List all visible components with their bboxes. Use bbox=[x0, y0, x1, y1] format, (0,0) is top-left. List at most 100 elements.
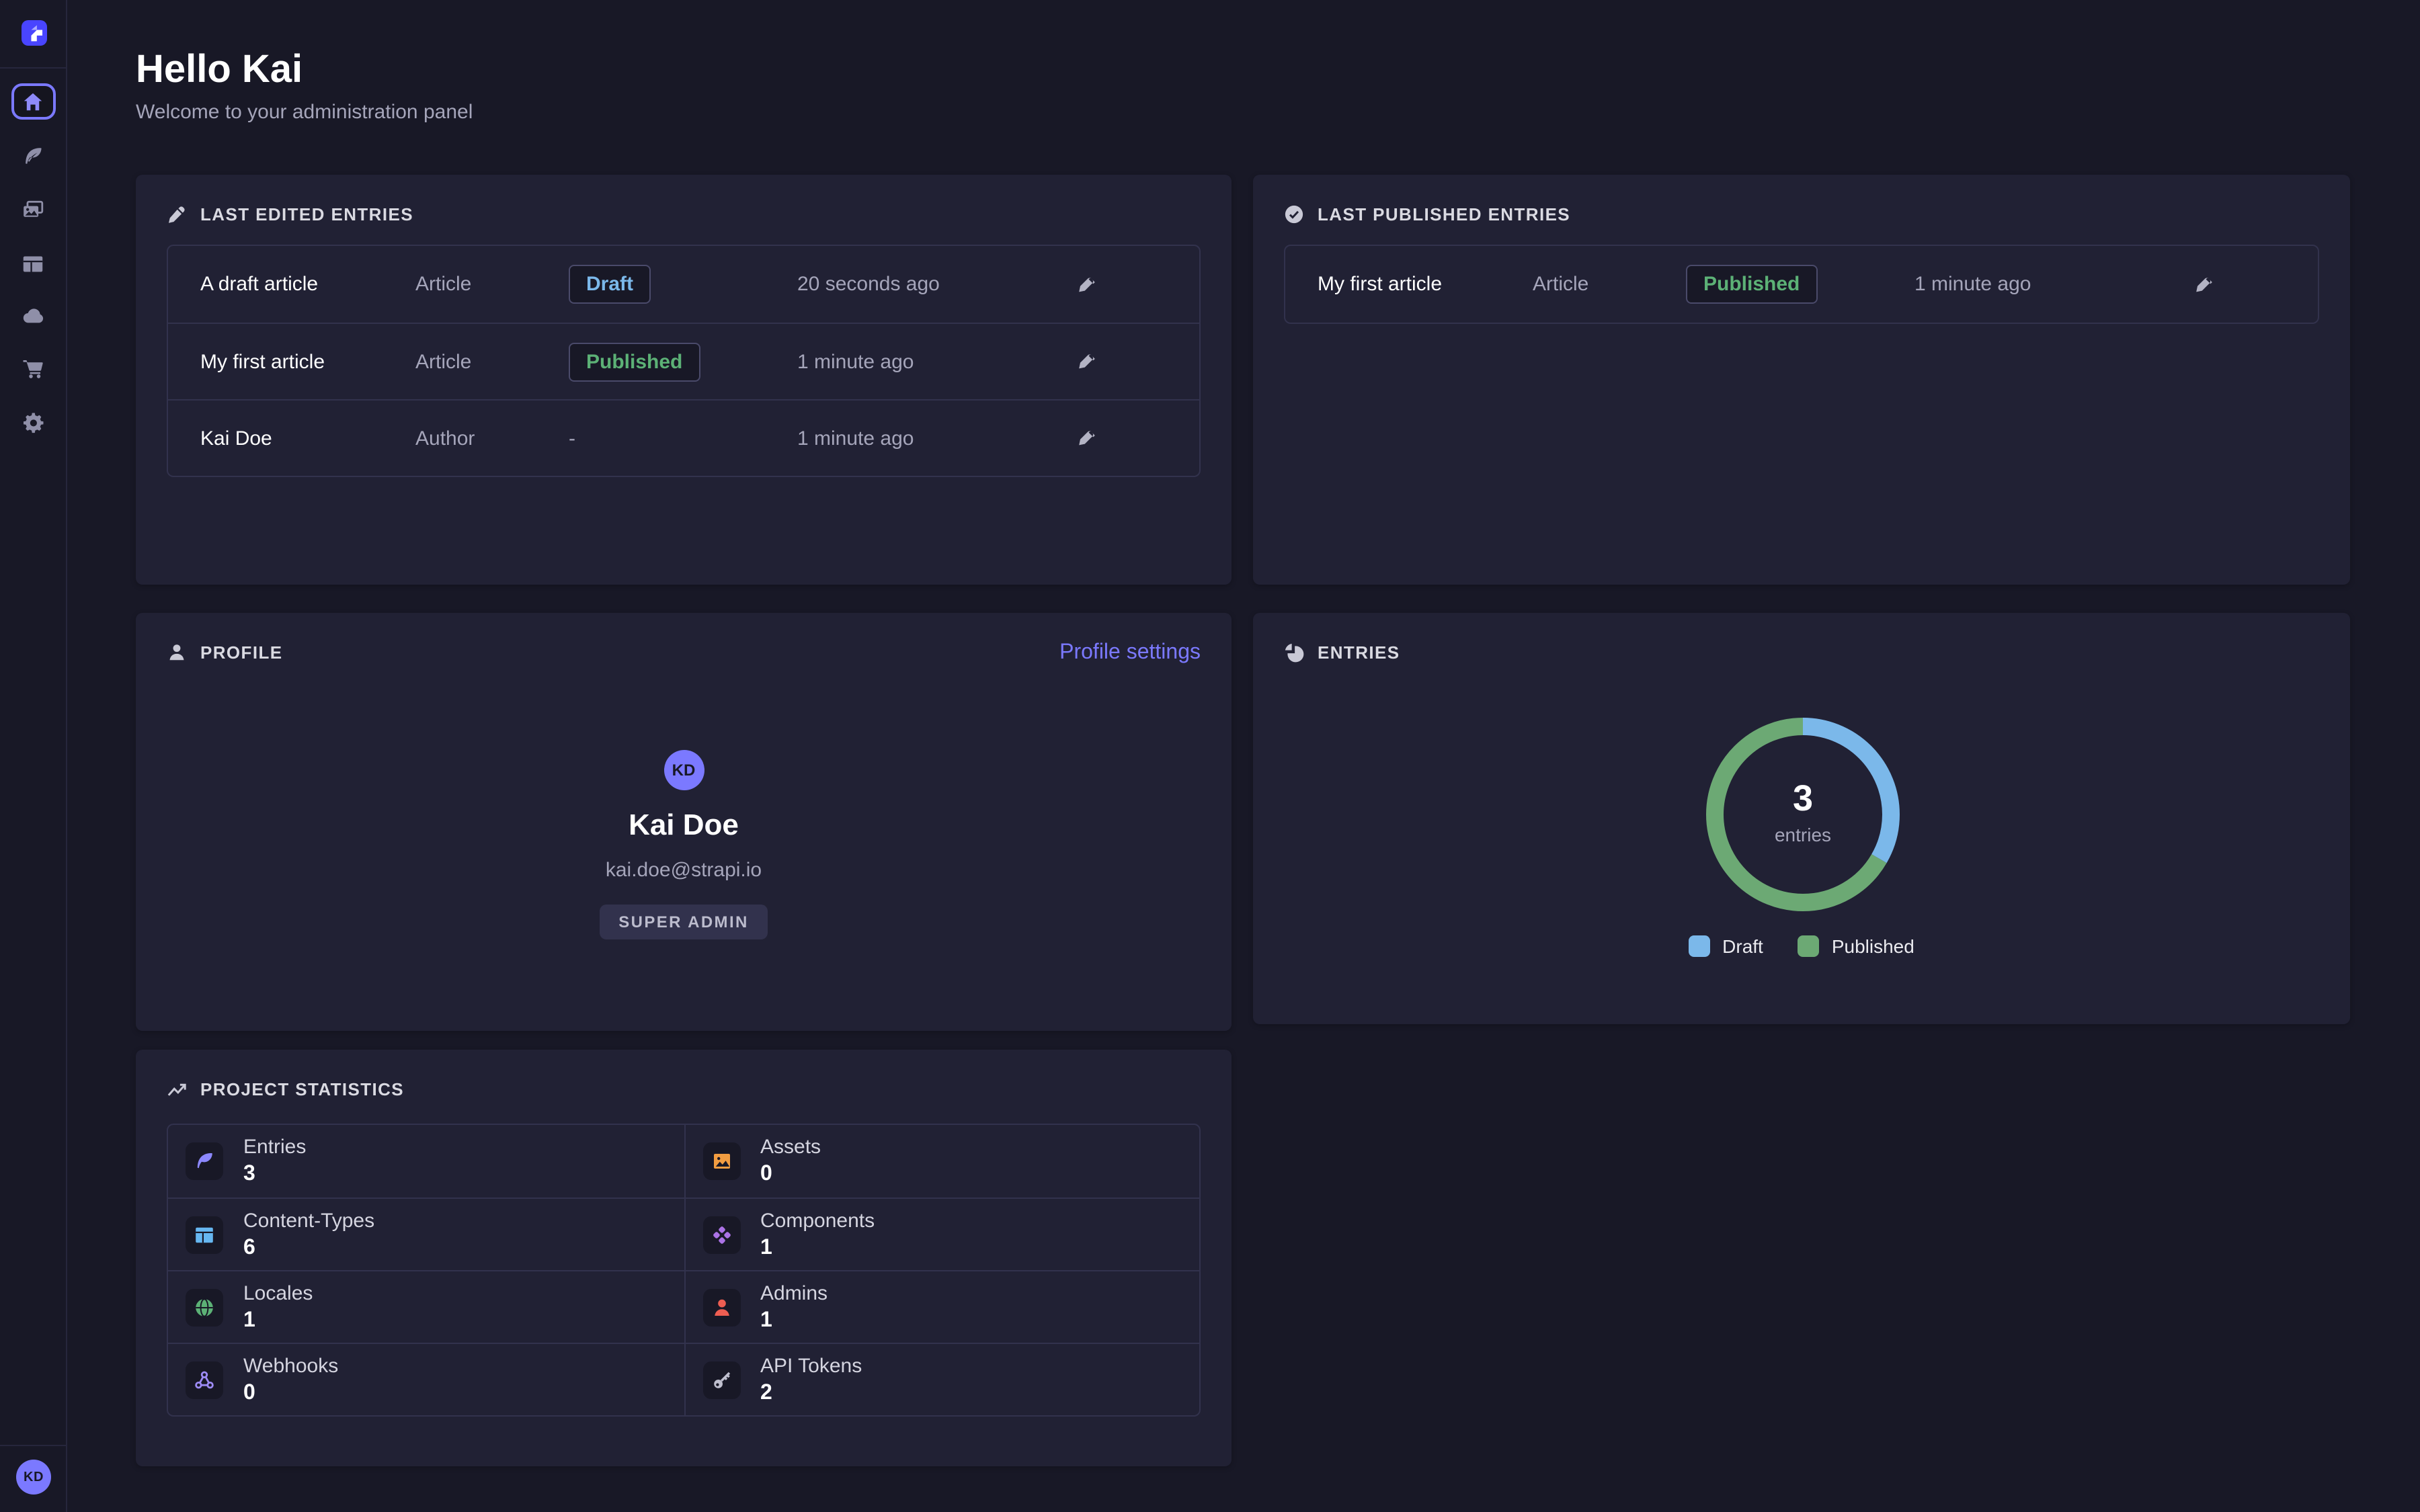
cart-icon bbox=[22, 357, 44, 380]
sidebar-item-content-type-builder[interactable] bbox=[13, 250, 53, 277]
stat-label: Admins bbox=[760, 1283, 828, 1303]
strapi-logo-icon bbox=[26, 24, 43, 42]
entry-name: A draft article bbox=[200, 273, 415, 296]
person-icon bbox=[702, 1288, 740, 1326]
images-icon bbox=[22, 198, 44, 221]
profile-email: kai.doe@strapi.io bbox=[606, 859, 762, 882]
pencil-icon bbox=[2194, 274, 2216, 295]
profile-name: Kai Doe bbox=[629, 808, 739, 843]
puzzle-icon bbox=[702, 1216, 740, 1253]
stat-value: 3 bbox=[243, 1164, 306, 1185]
feather-icon bbox=[186, 1142, 223, 1180]
pencil-icon bbox=[1077, 351, 1098, 372]
entry-type: Article bbox=[1533, 273, 1686, 296]
sidebar-item-settings[interactable] bbox=[13, 409, 53, 435]
page-subtitle: Welcome to your administration panel bbox=[136, 101, 473, 124]
sidebar-item-marketplace[interactable] bbox=[13, 355, 53, 382]
stat-label: Webhooks bbox=[243, 1355, 338, 1376]
image-icon bbox=[702, 1142, 740, 1180]
sidebar-divider bbox=[0, 67, 67, 69]
stat-value: 0 bbox=[243, 1382, 338, 1404]
entries-count-label: entries bbox=[1695, 824, 1910, 845]
stat-label: Locales bbox=[243, 1283, 313, 1303]
stat-value: 1 bbox=[760, 1237, 875, 1259]
webhook-icon bbox=[186, 1361, 223, 1398]
sidebar-item-home[interactable] bbox=[11, 83, 55, 120]
check-circle-icon bbox=[1284, 204, 1304, 224]
stat-value: 0 bbox=[760, 1164, 821, 1185]
table-row: Kai Doe Author - 1 minute ago bbox=[168, 399, 1199, 476]
stat-locales: Locales 1 bbox=[168, 1270, 684, 1343]
entries-count: 3 bbox=[1695, 778, 1910, 820]
stat-components: Components 1 bbox=[684, 1198, 1199, 1270]
legend-swatch-draft bbox=[1689, 935, 1710, 957]
sidebar: KD bbox=[0, 0, 67, 1512]
page-title: Hello Kai bbox=[136, 48, 302, 93]
panel-header: LAST EDITED ENTRIES bbox=[167, 204, 413, 224]
panel-header: LAST PUBLISHED ENTRIES bbox=[1284, 204, 1570, 224]
legend-item-draft: Draft bbox=[1689, 935, 1763, 957]
stat-label: Content-Types bbox=[243, 1210, 374, 1230]
panel-title: PROJECT STATISTICS bbox=[200, 1079, 404, 1099]
stat-assets: Assets 0 bbox=[684, 1125, 1199, 1198]
project-statistics-panel: PROJECT STATISTICS Entries 3 Assets 0 bbox=[136, 1050, 1232, 1466]
entries-panel: ENTRIES 3 entries Draft Published bbox=[1253, 613, 2350, 1024]
stat-admins: Admins 1 bbox=[684, 1270, 1199, 1343]
entry-updated-at: 1 minute ago bbox=[1914, 273, 2189, 296]
entry-type: Article bbox=[415, 273, 569, 296]
person-icon bbox=[167, 642, 187, 663]
panel-header: PROJECT STATISTICS bbox=[167, 1079, 404, 1099]
strapi-logo[interactable] bbox=[22, 20, 47, 46]
status-empty: - bbox=[569, 427, 797, 450]
last-published-entries-panel: LAST PUBLISHED ENTRIES My first article … bbox=[1253, 175, 2350, 585]
stat-label: Assets bbox=[760, 1137, 821, 1157]
feather-icon bbox=[22, 144, 44, 167]
panel-title: PROFILE bbox=[200, 642, 283, 663]
donut-center-label: 3 entries bbox=[1695, 778, 1910, 845]
table-row: A draft article Article Draft 20 seconds… bbox=[168, 246, 1199, 323]
stats-table: Entries 3 Assets 0 Content-Types bbox=[167, 1124, 1201, 1417]
strapi-admin-dashboard: KD Hello Kai Welcome to your administrat… bbox=[0, 0, 2420, 1512]
legend-label: Published bbox=[1832, 935, 1914, 957]
legend-item-published: Published bbox=[1798, 935, 1914, 957]
status-badge: Published bbox=[1686, 265, 1817, 304]
home-icon bbox=[22, 91, 44, 112]
stat-value: 1 bbox=[243, 1310, 313, 1331]
edit-entry-button[interactable] bbox=[2189, 268, 2221, 300]
stat-content-types: Content-Types 6 bbox=[168, 1198, 684, 1270]
key-icon bbox=[702, 1361, 740, 1398]
stat-label: Components bbox=[760, 1210, 875, 1230]
panel-header: PROFILE bbox=[167, 642, 283, 663]
edit-entry-button[interactable] bbox=[1072, 268, 1104, 300]
stat-value: 6 bbox=[243, 1237, 374, 1259]
status-badge: Draft bbox=[569, 265, 651, 304]
user-avatar[interactable]: KD bbox=[16, 1460, 51, 1495]
gear-icon bbox=[22, 411, 44, 433]
last-published-table: My first article Article Published 1 min… bbox=[1284, 245, 2319, 324]
trend-up-icon bbox=[167, 1079, 187, 1099]
legend-swatch-published bbox=[1798, 935, 1820, 957]
sidebar-item-media-library[interactable] bbox=[13, 196, 53, 223]
panel-title: LAST PUBLISHED ENTRIES bbox=[1318, 204, 1570, 224]
sidebar-footer-divider bbox=[0, 1445, 67, 1446]
layout-icon bbox=[186, 1216, 223, 1253]
entry-updated-at: 1 minute ago bbox=[797, 427, 1072, 450]
panel-title: ENTRIES bbox=[1318, 642, 1400, 663]
status-badge: Published bbox=[569, 342, 700, 381]
stat-label: API Tokens bbox=[760, 1355, 862, 1376]
legend-label: Draft bbox=[1722, 935, 1763, 957]
profile-settings-link[interactable]: Profile settings bbox=[1059, 641, 1201, 665]
pie-chart-icon bbox=[1284, 642, 1304, 663]
edit-entry-button[interactable] bbox=[1072, 345, 1104, 378]
entry-type: Author bbox=[415, 427, 569, 450]
role-badge: SUPER ADMIN bbox=[600, 905, 768, 939]
profile-panel: PROFILE Profile settings KD Kai Doe kai.… bbox=[136, 613, 1232, 1031]
stat-webhooks: Webhooks 0 bbox=[168, 1343, 684, 1415]
stat-entries: Entries 3 bbox=[168, 1125, 684, 1198]
edit-entry-button[interactable] bbox=[1072, 422, 1104, 454]
sidebar-item-content-manager[interactable] bbox=[13, 142, 53, 169]
entry-name: My first article bbox=[1318, 273, 1533, 296]
last-edited-table: A draft article Article Draft 20 seconds… bbox=[167, 245, 1201, 477]
sidebar-item-deploy[interactable] bbox=[13, 302, 53, 329]
last-edited-entries-panel: LAST EDITED ENTRIES A draft article Arti… bbox=[136, 175, 1232, 585]
